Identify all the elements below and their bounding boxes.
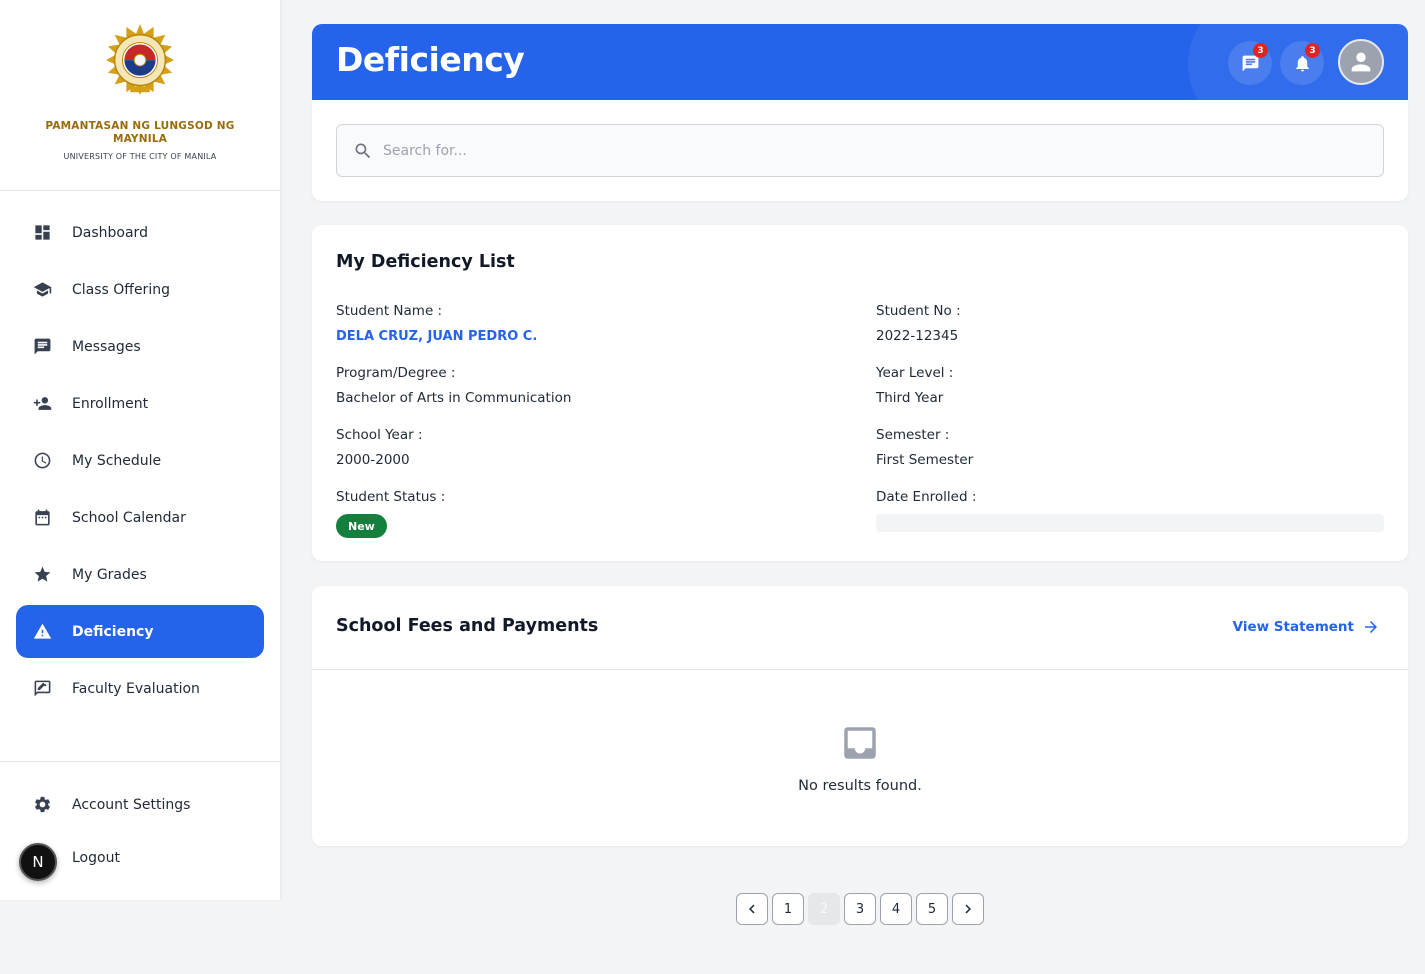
sidebar-item-label: Messages <box>72 338 141 355</box>
university-subtitle: UNIVERSITY OF THE CITY OF MANILA <box>63 152 217 161</box>
sidebar: PAMANTASAN NG LUNGSOD NG MAYNILA UNIVERS… <box>0 0 280 900</box>
sidebar-item-label: Class Offering <box>72 281 170 298</box>
student-name-value[interactable]: DELA CRUZ, JUAN PEDRO C. <box>336 329 537 344</box>
sidebar-nav: Dashboard Class Offering Messages Enroll… <box>0 191 280 715</box>
sidebar-item-dashboard[interactable]: Dashboard <box>16 206 264 259</box>
chevron-left-icon <box>749 904 755 914</box>
school-year-label: School Year : <box>336 427 423 443</box>
view-statement-link[interactable]: View Statement <box>1233 618 1380 636</box>
search-card <box>312 100 1408 201</box>
user-avatar-initial[interactable]: N <box>19 843 57 881</box>
sidebar-item-label: Deficiency <box>72 623 154 640</box>
warning-icon <box>32 622 52 642</box>
profile-avatar-button[interactable] <box>1338 39 1384 85</box>
inbox-icon <box>844 727 876 759</box>
page-title: Deficiency <box>336 40 525 79</box>
page-button-5[interactable]: 5 <box>916 893 948 925</box>
fees-card: School Fees and Payments View Statement … <box>312 586 1408 846</box>
gear-icon <box>32 795 52 815</box>
sidebar-item-label: My Schedule <box>72 452 162 469</box>
program-label: Program/Degree : <box>336 365 456 381</box>
page-button-2[interactable]: 2 <box>808 893 840 925</box>
page-button-4[interactable]: 4 <box>880 893 912 925</box>
deficiency-card: My Deficiency List Student Name : DELA C… <box>312 225 1408 561</box>
notifications-count-badge: 3 <box>1305 43 1320 58</box>
student-status-label: Student Status : <box>336 489 446 505</box>
messages-count-badge: 3 <box>1253 43 1268 58</box>
sidebar-item-class-offering[interactable]: Class Offering <box>16 263 264 316</box>
prev-page-button[interactable] <box>736 893 768 925</box>
messages-button[interactable]: 3 <box>1228 41 1272 85</box>
dashboard-icon <box>32 223 52 243</box>
sidebar-item-my-grades[interactable]: My Grades <box>16 548 264 601</box>
date-enrolled-label: Date Enrolled : <box>876 489 977 505</box>
sidebar-item-account-settings[interactable]: Account Settings <box>16 778 264 831</box>
sidebar-item-messages[interactable]: Messages <box>16 320 264 373</box>
fees-title: School Fees and Payments <box>336 616 599 636</box>
sidebar-item-label: School Calendar <box>72 509 186 526</box>
clock-icon <box>32 451 52 471</box>
chevron-right-icon <box>965 904 971 914</box>
page-button-3[interactable]: 3 <box>844 893 876 925</box>
brand-header: PAMANTASAN NG LUNGSOD NG MAYNILA UNIVERS… <box>0 0 280 191</box>
semester-value: First Semester <box>876 452 974 468</box>
search-icon <box>355 143 371 158</box>
arrow-right-icon <box>1365 621 1377 633</box>
view-statement-label: View Statement <box>1232 619 1354 635</box>
feedback-icon <box>32 679 52 699</box>
year-level-value: Third Year <box>876 390 944 406</box>
university-seal-logo <box>105 24 175 96</box>
message-icon <box>32 337 52 357</box>
sidebar-item-label: Faculty Evaluation <box>72 680 200 697</box>
graduation-cap-icon <box>32 280 52 300</box>
student-name-label: Student Name : <box>336 303 443 319</box>
sidebar-item-label: Enrollment <box>72 395 149 412</box>
date-enrolled-value-empty <box>876 514 1384 532</box>
program-value: Bachelor of Arts in Communication <box>336 390 572 406</box>
status-badge: New <box>336 514 387 538</box>
notifications-button[interactable]: 3 <box>1280 41 1324 85</box>
empty-state: No results found. <box>312 722 1408 794</box>
calendar-icon <box>32 508 52 528</box>
star-icon <box>32 565 52 585</box>
sidebar-item-label: My Grades <box>72 566 147 583</box>
deficiency-title: My Deficiency List <box>336 252 515 272</box>
sidebar-item-faculty-evaluation[interactable]: Faculty Evaluation <box>16 662 264 715</box>
sidebar-item-my-schedule[interactable]: My Schedule <box>16 434 264 487</box>
year-level-label: Year Level : <box>876 365 954 381</box>
sidebar-item-label: Account Settings <box>72 796 191 813</box>
sidebar-item-deficiency[interactable]: Deficiency <box>16 605 264 658</box>
sidebar-item-school-calendar[interactable]: School Calendar <box>16 491 264 544</box>
school-year-value: 2000-2000 <box>336 452 410 468</box>
student-no-label: Student No : <box>876 303 961 319</box>
search-input[interactable] <box>383 142 1283 159</box>
pagination: 1 2 3 4 5 <box>736 893 984 925</box>
page-button-1[interactable]: 1 <box>772 893 804 925</box>
page-header: Deficiency 3 3 <box>312 24 1408 100</box>
search-box <box>336 124 1384 177</box>
university-name: PAMANTASAN NG LUNGSOD NG MAYNILA <box>45 120 235 145</box>
sidebar-item-label: Logout <box>72 849 120 866</box>
person-add-icon <box>32 394 52 414</box>
next-page-button[interactable] <box>952 893 984 925</box>
fees-card-header: School Fees and Payments View Statement <box>312 586 1408 670</box>
user-icon <box>1351 52 1371 72</box>
empty-message: No results found. <box>798 778 922 794</box>
student-no-value: 2022-12345 <box>876 328 959 344</box>
sidebar-item-enrollment[interactable]: Enrollment <box>16 377 264 430</box>
sidebar-item-label: Dashboard <box>72 224 148 241</box>
semester-label: Semester : <box>876 427 950 443</box>
